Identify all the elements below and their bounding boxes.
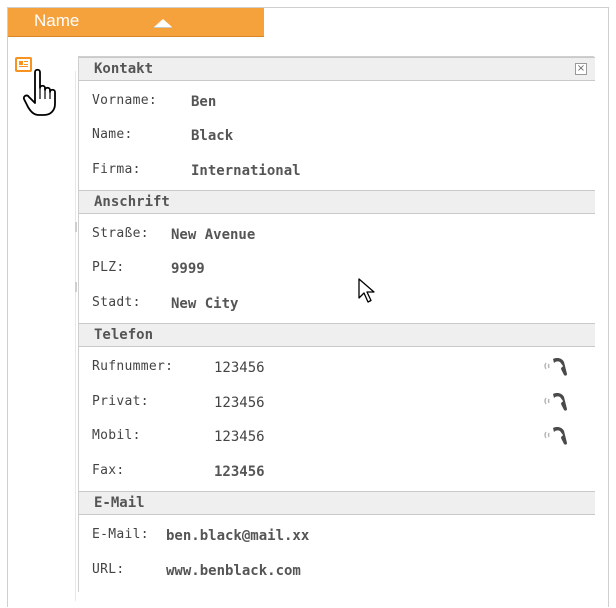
field-row: Fax: 123456 bbox=[79, 454, 595, 488]
column-header-label: Name bbox=[34, 11, 80, 30]
field-row: Privat: 123456 bbox=[79, 385, 595, 419]
field-label: PLZ: bbox=[92, 260, 125, 275]
field-label: Privat: bbox=[92, 394, 149, 409]
field-value: 123456 bbox=[214, 395, 265, 411]
email-link[interactable]: ben.black@mail.xx bbox=[166, 528, 309, 544]
section-title: E-Mail bbox=[94, 495, 145, 511]
section-title: Telefon bbox=[94, 327, 154, 343]
section-header-kontakt: Kontakt × bbox=[79, 57, 595, 81]
field-label: Mobil: bbox=[92, 428, 141, 443]
field-value: 123456 bbox=[214, 360, 265, 376]
sort-ascending-icon[interactable] bbox=[154, 19, 172, 27]
field-label: Fax: bbox=[92, 463, 125, 478]
field-label: Straße: bbox=[92, 226, 149, 241]
phone-call-icon[interactable] bbox=[543, 424, 569, 446]
phone-call-icon[interactable] bbox=[543, 390, 569, 412]
field-row: Stadt: New City bbox=[79, 286, 595, 320]
field-label: Stadt: bbox=[92, 295, 141, 310]
field-label: URL: bbox=[92, 562, 125, 577]
field-row: PLZ: 9999 bbox=[79, 251, 595, 285]
field-label: Vorname: bbox=[92, 93, 158, 108]
section-header-telefon: Telefon bbox=[79, 323, 595, 347]
section-header-email: E-Mail bbox=[79, 491, 595, 515]
section-title: Anschrift bbox=[94, 194, 170, 210]
section-header-anschrift: Anschrift bbox=[79, 190, 595, 214]
sort-divider bbox=[154, 27, 172, 28]
field-value: 123456 bbox=[214, 429, 265, 445]
field-row: Firma: International bbox=[79, 153, 595, 187]
field-value: Ben bbox=[191, 94, 217, 110]
section-title: Kontakt bbox=[94, 61, 154, 77]
field-row: URL: www.benblack.com bbox=[79, 553, 595, 587]
arrow-cursor-icon bbox=[358, 278, 375, 303]
field-label: E-Mail: bbox=[92, 527, 149, 542]
field-row: E-Mail: ben.black@mail.xx bbox=[79, 518, 595, 552]
contact-details-popup: Kontakt × Vorname: Ben Name: Black Firma… bbox=[78, 56, 595, 592]
row-separator bbox=[75, 222, 77, 232]
field-label: Firma: bbox=[92, 162, 141, 177]
column-header-name[interactable]: Name bbox=[8, 8, 264, 37]
field-label: Rufnummer: bbox=[92, 359, 174, 374]
field-value: 123456 bbox=[214, 464, 265, 480]
url-link[interactable]: www.benblack.com bbox=[166, 563, 301, 579]
field-label: Name: bbox=[92, 127, 133, 142]
field-value: New City bbox=[171, 296, 239, 312]
field-row: Rufnummer: 123456 bbox=[79, 350, 595, 384]
field-value: International bbox=[191, 163, 301, 179]
field-row: Vorname: Ben bbox=[79, 84, 595, 118]
hand-pointer-cursor-icon bbox=[22, 68, 56, 116]
field-value: 9999 bbox=[171, 261, 205, 277]
field-row: Straße: New Avenue bbox=[79, 217, 595, 251]
field-value: Black bbox=[191, 128, 234, 144]
list-divider bbox=[75, 71, 76, 601]
field-row: Name: Black bbox=[79, 118, 595, 152]
close-button[interactable]: × bbox=[575, 63, 587, 75]
row-separator bbox=[75, 282, 77, 292]
field-row: Mobil: 123456 bbox=[79, 419, 595, 453]
phone-call-icon[interactable] bbox=[543, 355, 569, 377]
field-value: New Avenue bbox=[171, 227, 256, 243]
